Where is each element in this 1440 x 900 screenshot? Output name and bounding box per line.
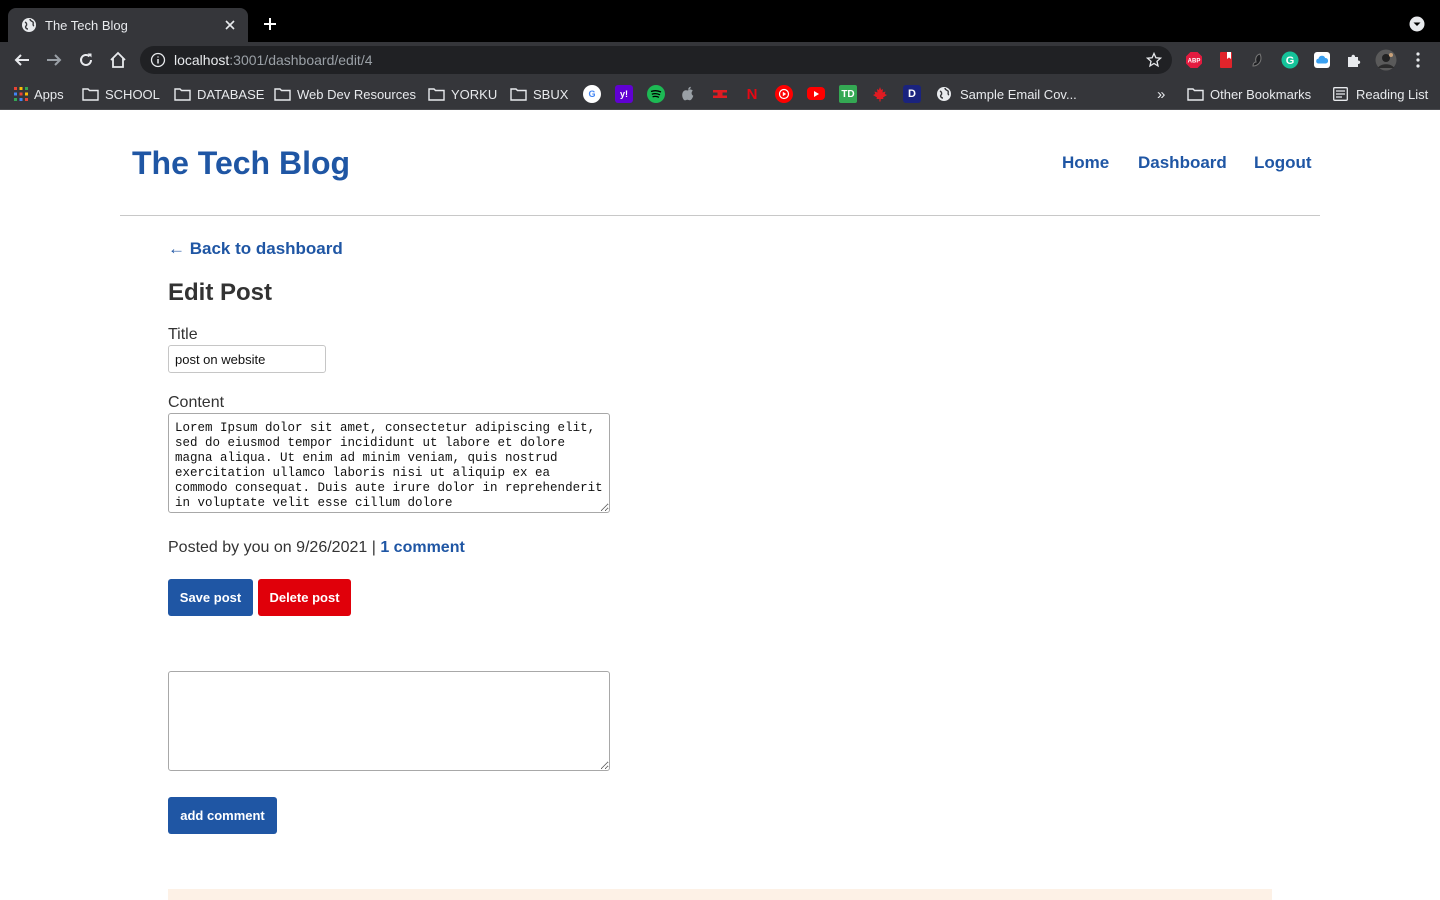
address-bar[interactable]: localhost:3001/dashboard/edit/4 [140,46,1172,74]
nav-logout[interactable]: Logout [1254,153,1312,173]
browser-tab-active[interactable]: The Tech Blog [8,8,248,42]
meta-separator: | [371,539,376,556]
comments-count-link[interactable]: 1 comment [380,539,464,556]
spotify-icon[interactable] [647,85,665,103]
bookmark-apps[interactable]: Apps [14,84,64,104]
kebab-menu-icon[interactable] [1409,51,1427,69]
reload-icon[interactable] [74,48,98,72]
site-title[interactable]: The Tech Blog [132,145,350,182]
globe-icon [21,17,37,33]
add-comment-button[interactable]: add comment [168,797,277,834]
double-chevron-icon: » [1157,85,1166,103]
youtube-icon[interactable] [807,87,825,100]
adblock-plus-icon[interactable]: ABP [1185,51,1203,69]
bookmark-ribbon-icon[interactable] [1217,51,1235,69]
bookmark-label: Other Bookmarks [1210,86,1312,102]
delete-post-button[interactable]: Delete post [258,579,351,616]
apple-icon[interactable] [679,85,697,103]
folder-icon [174,88,191,101]
post-title-input[interactable] [168,345,326,373]
reading-list-icon [1333,87,1348,101]
comment-card-top [168,889,1272,900]
bookmark-label: DATABASE [197,86,265,102]
nav-dashboard[interactable]: Dashboard [1138,153,1227,173]
back-to-dashboard-link[interactable]: ← Back to dashboard [168,239,343,259]
header-divider [120,215,1320,216]
bookmark-folder-other[interactable]: Other Bookmarks [1187,84,1311,104]
netflix-icon[interactable]: N [743,85,761,103]
title-label: Title [168,326,198,343]
folder-icon [274,88,291,101]
browser-toolbar: localhost:3001/dashboard/edit/4 ABP G [0,42,1440,78]
close-icon[interactable] [218,13,242,37]
globe-icon [937,87,951,101]
page-title: Edit Post [168,279,273,306]
grammarly-icon[interactable]: G [1281,51,1299,69]
folder-icon [1187,88,1204,101]
bookmark-label: Apps [34,86,64,102]
browser-tabstrip: The Tech Blog [0,0,1440,42]
google-icon[interactable]: G [583,85,601,103]
content-label: Content [168,394,225,411]
apps-grid-icon [14,87,28,101]
reading-list-button[interactable]: Reading List [1333,84,1428,104]
star-icon[interactable] [1144,50,1164,70]
youtube-music-icon[interactable] [775,85,793,103]
bookmark-folder-yorku[interactable]: YORKU [428,84,497,104]
adblock-label: ABP [1188,59,1201,65]
bookmarks-overflow-button[interactable]: » [1157,84,1165,104]
avatar[interactable] [1375,49,1397,71]
cbc-icon[interactable] [711,85,729,103]
bookmark-label: Web Dev Resources [297,86,416,102]
bookmark-label: SCHOOL [105,86,160,102]
forward-arrow-icon[interactable] [42,48,66,72]
yahoo-icon[interactable]: y! [615,85,633,103]
dictionary-icon[interactable]: D [903,85,921,103]
bookmark-folder-web-dev[interactable]: Web Dev Resources [274,84,416,104]
url-text[interactable]: localhost:3001/dashboard/edit/4 [174,52,1144,68]
bookmark-sample-email[interactable]: Sample Email Cov... [936,84,1077,104]
maple-leaf-icon[interactable] [871,85,889,103]
post-meta-date: Posted by you on 9/26/2021 [168,539,368,556]
nav-home[interactable]: Home [1062,153,1109,173]
dark-reader-icon[interactable] [1249,51,1267,69]
icloud-icon[interactable] [1313,51,1331,69]
bookmark-label: Sample Email Cov... [960,86,1077,102]
save-post-button[interactable]: Save post [168,579,253,616]
puzzle-icon[interactable] [1345,51,1363,69]
back-arrow-icon[interactable] [10,48,34,72]
home-icon[interactable] [106,48,130,72]
svg-text:G: G [1286,55,1295,67]
url-host: localhost [174,52,230,68]
bookmarks-bar: Apps SCHOOL DATABASE Web Dev Resources Y… [0,78,1440,110]
new-tab-icon[interactable] [258,12,282,36]
bookmark-folder-database[interactable]: DATABASE [174,84,264,104]
bookmark-label: Reading List [1356,86,1429,102]
post-content-textarea[interactable]: Lorem Ipsum dolor sit amet, consectetur … [168,413,610,513]
bookmark-folder-school[interactable]: SCHOOL [82,84,160,104]
info-icon[interactable] [150,52,166,68]
folder-icon [82,88,99,101]
comment-textarea[interactable] [168,671,610,771]
post-meta: Posted by you on 9/26/2021 | 1 comment [168,539,465,557]
page-content: The Tech Blog Home Dashboard Logout ← Ba… [0,111,1440,900]
chevron-down-icon[interactable] [1406,13,1428,35]
folder-icon [510,88,527,101]
td-bank-icon[interactable]: TD [839,85,857,103]
bookmark-folder-sbux[interactable]: SBUX [510,84,568,104]
folder-icon [428,88,445,101]
url-path: :3001/dashboard/edit/4 [229,52,373,68]
tab-title: The Tech Blog [45,17,128,33]
bookmark-label: YORKU [451,86,498,102]
bookmark-label: SBUX [533,86,569,102]
